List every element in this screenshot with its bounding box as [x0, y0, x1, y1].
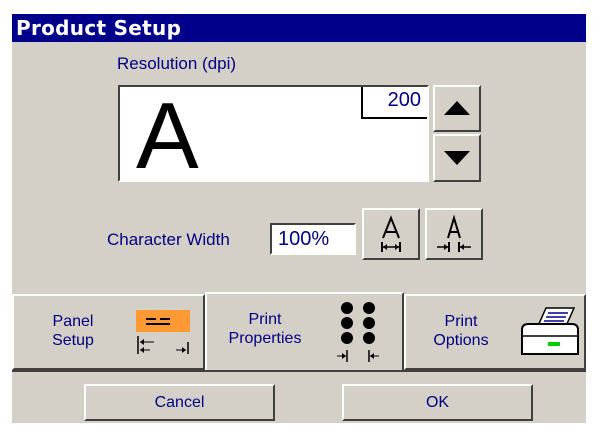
- tab-strip: Panel Setup Print Properties Print Optio…: [12, 292, 586, 372]
- tab-print-options[interactable]: Print Options: [404, 294, 586, 370]
- character-narrow-button[interactable]: [425, 208, 483, 260]
- tab-panel-setup-label: Panel Setup: [52, 313, 94, 349]
- resolution-label: Resolution (dpi): [117, 54, 237, 73]
- dot-matrix-icon: [337, 302, 379, 362]
- preview-glyph: A: [136, 83, 199, 188]
- product-setup-window: Product Setup Resolution (dpi) A 200 Cha…: [12, 14, 586, 423]
- character-width-field[interactable]: 100%: [270, 223, 356, 255]
- tab-print-options-label: Print Options: [433, 313, 489, 349]
- ok-button-label: OK: [425, 393, 450, 411]
- cancel-button[interactable]: Cancel: [84, 384, 275, 421]
- character-widen-button[interactable]: [362, 208, 420, 260]
- tab-panel-setup[interactable]: Panel Setup: [12, 294, 205, 370]
- tab-print-properties-label: Print Properties: [228, 311, 302, 347]
- title-bar: Product Setup: [12, 14, 586, 42]
- dpi-value-field: 200: [361, 87, 427, 119]
- dpi-value: 200: [387, 89, 421, 111]
- arrow-up-icon: [444, 101, 470, 115]
- letter-narrow-icon: [437, 214, 471, 252]
- arrow-down-icon: [444, 151, 470, 165]
- character-width-value: 100%: [278, 228, 330, 250]
- printer-icon: [521, 307, 579, 355]
- character-width-label: Character Width: [107, 230, 230, 249]
- cancel-button-label: Cancel: [154, 393, 205, 411]
- panel-setup-icon: [136, 310, 190, 354]
- window-title: Product Setup: [16, 16, 182, 40]
- resolution-preview: A 200: [118, 83, 429, 188]
- ok-button[interactable]: OK: [342, 384, 533, 421]
- footer-separator: [12, 370, 586, 372]
- letter-widen-icon: [381, 215, 401, 252]
- resolution-up-button[interactable]: [433, 85, 481, 132]
- tab-print-properties[interactable]: Print Properties: [205, 292, 404, 372]
- resolution-down-button[interactable]: [433, 134, 481, 182]
